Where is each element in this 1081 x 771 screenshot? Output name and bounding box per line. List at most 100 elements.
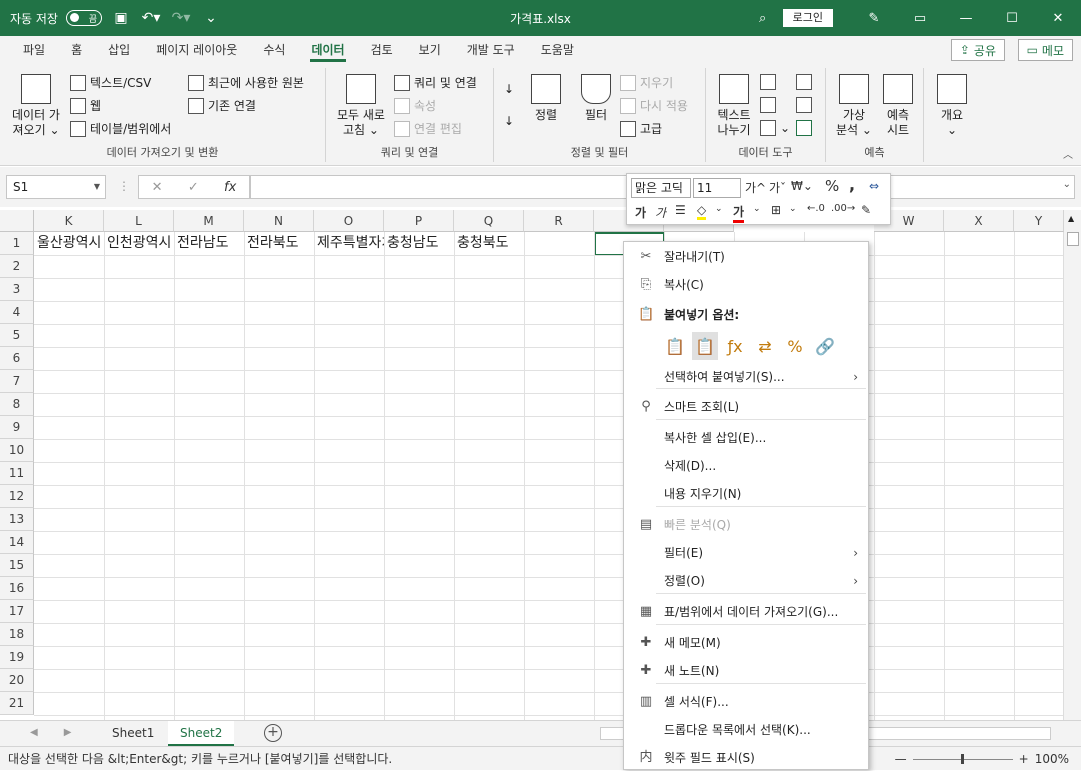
- tab-data[interactable]: 데이터: [298, 36, 357, 64]
- borders-icon[interactable]: ⊞: [771, 203, 781, 217]
- row-header[interactable]: 18: [0, 623, 34, 646]
- redo-icon[interactable]: ↷▾: [170, 8, 192, 28]
- row-header[interactable]: 16: [0, 577, 34, 600]
- advanced-button[interactable]: 고급: [620, 120, 662, 137]
- properties-button[interactable]: 속성: [394, 97, 436, 114]
- row-header[interactable]: 4: [0, 301, 34, 324]
- search-icon[interactable]: ⌕: [743, 0, 783, 36]
- what-if-button[interactable]: 가상 분석 ⌄: [834, 74, 874, 138]
- borders-dropdown-icon[interactable]: ⌄: [789, 204, 797, 214]
- paste-option-values-icon[interactable]: 📋: [692, 332, 718, 360]
- web-button[interactable]: 웹: [70, 97, 101, 114]
- comments-button[interactable]: ▭ 메모: [1017, 39, 1073, 61]
- menu-item[interactable]: 드롭다운 목록에서 선택(K)...: [624, 717, 868, 743]
- pen-icon[interactable]: ✎: [851, 0, 897, 36]
- tab-insert[interactable]: 삽입: [95, 36, 143, 64]
- column-header[interactable]: P: [384, 210, 454, 232]
- mini-font-select[interactable]: 맑은 고딕: [631, 178, 691, 198]
- cell[interactable]: 충청남도: [384, 232, 454, 255]
- refresh-all-button[interactable]: 모두 새로 고침 ⌄: [332, 74, 390, 138]
- cell[interactable]: 울산광역시: [34, 232, 104, 255]
- tab-page-layout[interactable]: 페이지 레이아웃: [143, 36, 250, 64]
- maximize-button[interactable]: ☐: [989, 0, 1035, 36]
- cell[interactable]: 충청북도: [454, 232, 524, 255]
- sheet-tab-1[interactable]: Sheet1: [100, 721, 166, 746]
- menu-item[interactable]: ✂ 잘라내기(T): [624, 244, 868, 270]
- column-header[interactable]: R: [524, 210, 594, 232]
- row-header[interactable]: 17: [0, 600, 34, 623]
- percent-button[interactable]: %: [825, 177, 839, 195]
- autosave-toggle[interactable]: 끔: [65, 10, 102, 26]
- edit-links-button[interactable]: 연결 편집: [394, 120, 462, 137]
- shrink-font-button[interactable]: 가ˇ: [769, 179, 786, 196]
- zoom-in-icon[interactable]: +: [1019, 747, 1029, 771]
- column-header[interactable]: Q: [454, 210, 524, 232]
- zoom-level[interactable]: 100%: [1035, 747, 1069, 771]
- sort-za-button[interactable]: ↓: [504, 114, 514, 128]
- name-box[interactable]: S1: [6, 175, 106, 199]
- add-sheet-button[interactable]: +: [264, 724, 282, 742]
- column-header[interactable]: Y: [1014, 210, 1064, 232]
- minimize-button[interactable]: —: [943, 0, 989, 36]
- forecast-sheet-button[interactable]: 예측 시트: [878, 74, 918, 138]
- menu-item[interactable]: 선택하여 붙여넣기(S)... ›: [624, 364, 868, 390]
- italic-button[interactable]: 가: [655, 204, 666, 221]
- format-painter-icon[interactable]: ✎: [861, 203, 871, 217]
- font-color-icon[interactable]: 가: [733, 203, 745, 223]
- zoom-slider[interactable]: [912, 753, 1013, 764]
- row-header[interactable]: 7: [0, 370, 34, 393]
- row-header[interactable]: 20: [0, 669, 34, 692]
- tab-file[interactable]: 파일: [10, 36, 58, 64]
- worksheet-grid[interactable]: ▲ K L M N O P Q R W X Y 1 2 3 4 5 6 7 8 9 10 11 12 13 14 15 16 17 18…: [0, 210, 1081, 720]
- column-header[interactable]: X: [944, 210, 1014, 232]
- menu-item[interactable]: 정렬(O) ›: [624, 568, 868, 594]
- paste-option-transpose-icon[interactable]: ⇄: [752, 332, 778, 360]
- grow-font-button[interactable]: 가^: [745, 179, 766, 196]
- row-header[interactable]: 11: [0, 462, 34, 485]
- row-header[interactable]: 14: [0, 531, 34, 554]
- row-header[interactable]: 3: [0, 278, 34, 301]
- clear-button[interactable]: 지우기: [620, 74, 673, 91]
- row-header[interactable]: 5: [0, 324, 34, 347]
- menu-item[interactable]: 内 윗주 필드 표시(S): [624, 745, 868, 771]
- reapply-button[interactable]: 다시 적용: [620, 97, 688, 114]
- menu-item[interactable]: ⚲ 스마트 조회(L): [624, 394, 868, 420]
- tab-help[interactable]: 도움말: [528, 36, 587, 64]
- sheet-next-icon[interactable]: ▶: [64, 727, 72, 738]
- cancel-icon[interactable]: ✕: [152, 180, 163, 195]
- recent-sources-button[interactable]: 최근에 사용한 원본: [188, 74, 304, 91]
- cell[interactable]: 전라북도: [244, 232, 314, 255]
- column-header[interactable]: M: [174, 210, 244, 232]
- column-header[interactable]: L: [104, 210, 174, 232]
- enter-icon[interactable]: ✓: [188, 180, 199, 195]
- row-header[interactable]: 13: [0, 508, 34, 531]
- menu-item[interactable]: 필터(E) ›: [624, 540, 868, 566]
- accounting-format-icon[interactable]: ₩⌄: [791, 179, 813, 193]
- select-all-corner[interactable]: [0, 210, 34, 232]
- tab-view[interactable]: 보기: [406, 36, 454, 64]
- customize-qat-icon[interactable]: ⌄: [200, 8, 222, 28]
- row-header[interactable]: 15: [0, 554, 34, 577]
- data-validation-button[interactable]: ⌄: [760, 120, 790, 136]
- tab-review[interactable]: 검토: [358, 36, 406, 64]
- tab-developer[interactable]: 개발 도구: [454, 36, 528, 64]
- expand-formula-icon[interactable]: ⌄: [1063, 179, 1071, 190]
- paste-option-formulas-icon[interactable]: ƒx: [722, 332, 748, 360]
- row-header[interactable]: 6: [0, 347, 34, 370]
- table-range-button[interactable]: 테이블/범위에서: [70, 120, 171, 137]
- sheet-prev-icon[interactable]: ◀: [30, 727, 38, 738]
- menu-item[interactable]: ▦ 표/범위에서 데이터 가져오기(G)...: [624, 599, 868, 625]
- paste-option-link-icon[interactable]: 🔗: [812, 332, 838, 360]
- outline-button[interactable]: 개요 ⌄: [934, 74, 970, 138]
- row-header[interactable]: 21: [0, 692, 34, 715]
- tab-formulas[interactable]: 수식: [250, 36, 298, 64]
- cell[interactable]: 제주특별자치도: [314, 232, 384, 255]
- sort-button[interactable]: 정렬: [528, 74, 564, 123]
- column-header[interactable]: K: [34, 210, 104, 232]
- menu-item[interactable]: 내용 지우기(N): [624, 481, 868, 507]
- vertical-scroll-thumb[interactable]: [1067, 232, 1079, 246]
- sheet-tab-2[interactable]: Sheet2: [168, 721, 235, 746]
- undo-icon[interactable]: ↶▾: [140, 8, 162, 28]
- row-header[interactable]: 9: [0, 416, 34, 439]
- collapse-ribbon-icon[interactable]: ︿: [1063, 146, 1073, 161]
